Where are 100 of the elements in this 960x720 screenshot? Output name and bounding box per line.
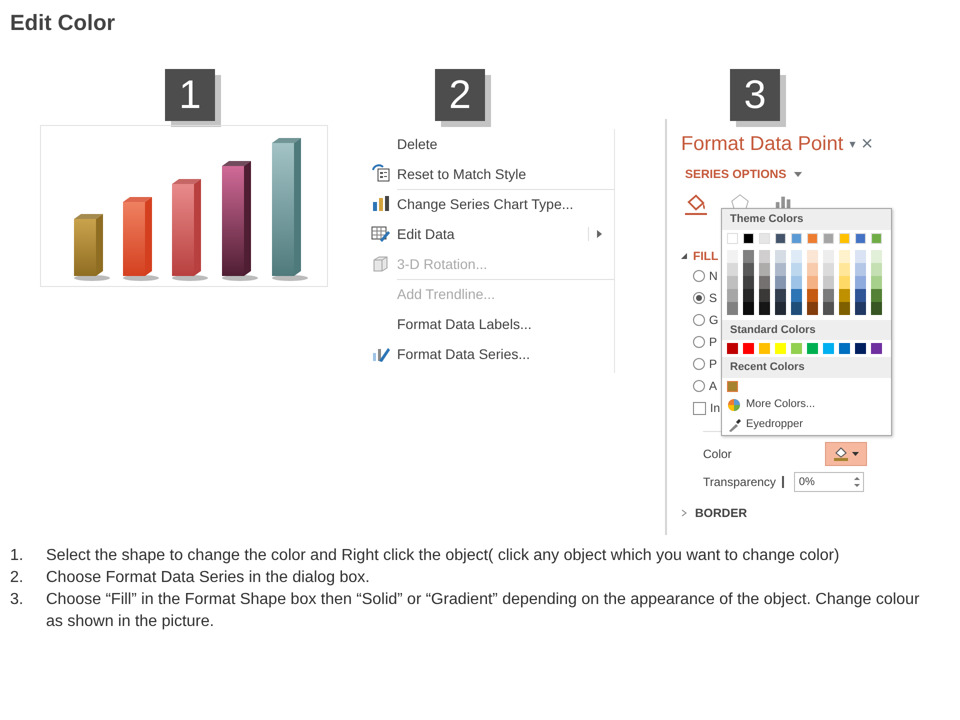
- caret-icon[interactable]: [794, 172, 802, 176]
- submenu-arrow-icon[interactable]: [597, 230, 602, 238]
- spin-field[interactable]: 0%: [794, 472, 864, 492]
- color-wheel-icon: [727, 398, 741, 412]
- color-swatch[interactable]: [727, 380, 738, 392]
- expand-arrow-icon[interactable]: [681, 253, 687, 259]
- series-options-dropdown[interactable]: SERIES OPTIONS: [685, 165, 786, 183]
- color-swatch[interactable]: [775, 250, 786, 262]
- color-swatch[interactable]: [743, 343, 754, 354]
- color-swatch[interactable]: [743, 288, 754, 302]
- radio-button[interactable]: [693, 380, 705, 392]
- color-swatch[interactable]: [727, 276, 738, 288]
- paint-bucket-icon: [833, 447, 849, 461]
- menu-item[interactable]: Eyedropper: [722, 414, 891, 434]
- color-swatch[interactable]: [727, 250, 738, 262]
- color-swatch[interactable]: [807, 302, 818, 314]
- color-swatch[interactable]: [871, 250, 882, 262]
- color-swatch[interactable]: [759, 276, 770, 288]
- color-swatch[interactable]: [775, 288, 786, 302]
- color-swatch[interactable]: [791, 302, 802, 314]
- menu-item[interactable]: Change Series Chart Type...: [365, 189, 614, 219]
- color-swatch[interactable]: [871, 262, 882, 276]
- color-swatch[interactable]: [759, 288, 770, 302]
- color-swatch[interactable]: [727, 302, 738, 314]
- checkbox[interactable]: [693, 402, 706, 414]
- instruction-text: Select the shape to change the color and Right click the object( click any object which you want to change color): [46, 546, 840, 566]
- menu-item[interactable]: Reset to Match Style: [365, 159, 614, 189]
- color-swatch[interactable]: [727, 288, 738, 302]
- color-swatch[interactable]: [775, 262, 786, 276]
- step-number: 2: [435, 69, 485, 121]
- color-swatch[interactable]: [855, 288, 866, 302]
- color-swatch[interactable]: [743, 262, 754, 276]
- color-swatch[interactable]: [759, 250, 770, 262]
- color-swatch[interactable]: [839, 343, 850, 354]
- color-picker-button[interactable]: [825, 442, 867, 466]
- spinner-icon[interactable]: [854, 476, 860, 488]
- color-swatch[interactable]: [855, 343, 866, 354]
- color-swatch[interactable]: [743, 250, 754, 262]
- color-swatch[interactable]: [839, 302, 850, 314]
- radio-button[interactable]: [693, 358, 705, 370]
- menu-item[interactable]: Format Data Series...: [365, 339, 614, 369]
- palette-header: Standard Colors: [722, 320, 891, 340]
- option-label: In: [710, 400, 720, 417]
- color-swatch[interactable]: [807, 288, 818, 302]
- slide-title: Edit Color: [10, 9, 116, 37]
- radio-button[interactable]: [693, 314, 705, 326]
- color-swatch[interactable]: [823, 302, 834, 314]
- color-swatch[interactable]: [855, 250, 866, 262]
- color-swatch[interactable]: [823, 276, 834, 288]
- color-swatch[interactable]: [855, 302, 866, 314]
- color-swatch[interactable]: [807, 250, 818, 262]
- color-swatch[interactable]: [823, 250, 834, 262]
- color-swatch[interactable]: [775, 276, 786, 288]
- color-swatch[interactable]: [871, 288, 882, 302]
- close-icon[interactable]: ×: [861, 129, 873, 159]
- reset-style-icon: [372, 164, 390, 182]
- color-swatch[interactable]: [759, 262, 770, 276]
- color-swatch[interactable]: [855, 262, 866, 276]
- color-swatch[interactable]: [791, 250, 802, 262]
- menu-item[interactable]: More Colors...: [722, 394, 891, 414]
- color-swatch[interactable]: [759, 302, 770, 314]
- color-swatch[interactable]: [727, 262, 738, 276]
- color-swatch[interactable]: [791, 262, 802, 276]
- color-swatch[interactable]: [743, 302, 754, 314]
- color-swatch[interactable]: [839, 250, 850, 262]
- fill-bucket-icon[interactable]: [685, 193, 707, 215]
- slider-thumb[interactable]: [782, 476, 784, 488]
- color-swatch[interactable]: [823, 262, 834, 276]
- color-swatch[interactable]: [791, 288, 802, 302]
- color-swatch[interactable]: [823, 343, 834, 354]
- color-swatch[interactable]: [791, 276, 802, 288]
- section-header: BORDER: [695, 505, 748, 522]
- dropdown-icon[interactable]: ▾: [849, 135, 856, 153]
- color-swatch[interactable]: [855, 276, 866, 288]
- radio-button[interactable]: [693, 292, 705, 304]
- cube-icon: [374, 256, 388, 272]
- radio-button[interactable]: [693, 270, 705, 282]
- color-swatch[interactable]: [807, 262, 818, 276]
- color-swatch[interactable]: [807, 343, 818, 354]
- caret-icon: [852, 452, 859, 456]
- radio-button[interactable]: [693, 336, 705, 348]
- color-swatch[interactable]: [807, 276, 818, 288]
- color-swatch[interactable]: [775, 302, 786, 314]
- color-swatch[interactable]: [839, 288, 850, 302]
- color-swatch[interactable]: [743, 276, 754, 288]
- color-swatch[interactable]: [871, 302, 882, 314]
- instruction-text: Choose “Fill” in the Format Shape box then “Solid” or “Gradient” depending on the appearance of the object. Change colour as shown in the picture.: [46, 590, 920, 632]
- edit-table-icon: [372, 226, 390, 242]
- color-swatch[interactable]: [727, 343, 738, 354]
- list-number: 1.: [10, 546, 24, 566]
- color-swatch[interactable]: [823, 288, 834, 302]
- chart-bar: [74, 214, 110, 281]
- menu-item[interactable]: Format Data Labels...: [365, 309, 614, 339]
- color-swatch[interactable]: [871, 276, 882, 288]
- color-swatch[interactable]: [791, 343, 802, 354]
- menu-item[interactable]: Edit Data: [365, 219, 614, 249]
- color-swatch[interactable]: [839, 262, 850, 276]
- color-swatch[interactable]: [839, 276, 850, 288]
- color-swatch[interactable]: [871, 343, 882, 354]
- menu-item[interactable]: Delete: [365, 129, 614, 159]
